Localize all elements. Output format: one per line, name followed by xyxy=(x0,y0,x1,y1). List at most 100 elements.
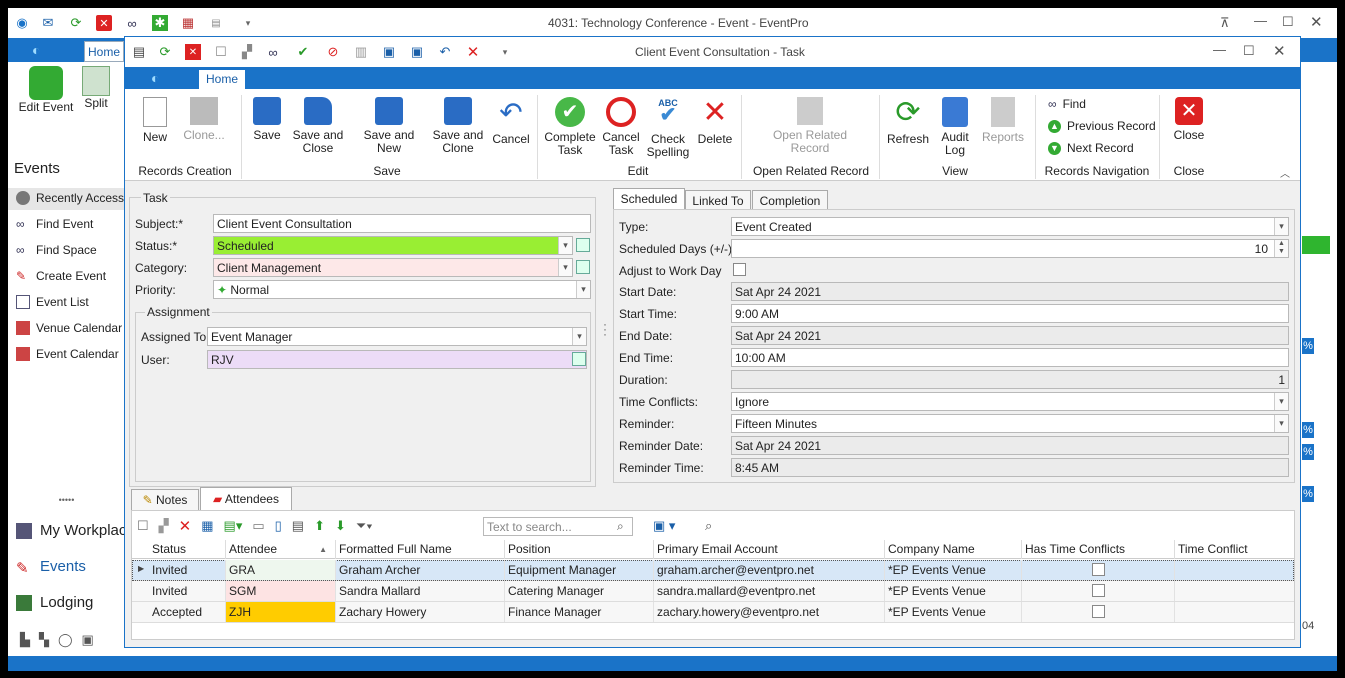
col-full-name[interactable]: Formatted Full Name xyxy=(336,540,505,559)
col-time-conflict[interactable]: Time Conflict xyxy=(1175,540,1293,559)
export-icon[interactable]: ▯ xyxy=(275,518,282,534)
chevron-down-icon[interactable]: ▾ xyxy=(558,237,572,254)
chevron-down-icon[interactable]: ▾ xyxy=(1274,415,1288,432)
open-related-record-button[interactable]: Open Related Record xyxy=(765,97,855,155)
pin-icon[interactable]: ⊼ xyxy=(1220,15,1230,31)
delete-icon[interactable]: ✕ xyxy=(465,44,481,61)
priority-select[interactable]: ✦ Normal ▾ xyxy=(213,280,591,299)
cancel-button[interactable]: ↶ Cancel xyxy=(489,97,533,146)
filter-icon[interactable]: ⏷▾ xyxy=(356,518,373,534)
col-company[interactable]: Company Name xyxy=(885,540,1022,559)
find-button[interactable]: ∞ Find xyxy=(1048,97,1086,111)
nav-my-workplace[interactable]: My Workplace xyxy=(16,522,135,539)
save-icon[interactable]: ▣ xyxy=(381,44,397,60)
close-button[interactable]: ✕ Close xyxy=(1171,97,1207,142)
customize-dropdown-icon[interactable]: ▾ xyxy=(497,44,513,60)
cell-position[interactable]: Finance Manager xyxy=(505,602,654,622)
chevron-down-icon[interactable]: ▾ xyxy=(1274,393,1288,410)
table-row[interactable]: Invited GRA Graham Archer Equipment Manager… xyxy=(132,560,1294,581)
save-and-new-button[interactable]: Save and New xyxy=(351,97,427,155)
cell-name[interactable]: Graham Archer xyxy=(336,560,505,580)
cell-name[interactable]: Zachary Howery xyxy=(336,602,505,622)
delete-button[interactable]: ✕ Delete xyxy=(695,97,735,146)
find-doc-icon[interactable]: ⌕ xyxy=(705,518,712,534)
dialog-maximize-button[interactable]: ☐ xyxy=(1243,43,1255,59)
undo-icon[interactable]: ↶ xyxy=(437,44,453,60)
user-field[interactable]: RJV xyxy=(207,350,587,369)
save-and-clone-button[interactable]: Save and Clone xyxy=(431,97,485,155)
status-picker-icon[interactable] xyxy=(576,238,590,252)
cell-status[interactable]: Accepted xyxy=(149,602,226,622)
maximize-button[interactable]: ☐ xyxy=(1282,14,1294,30)
sidebar-item-create-event[interactable]: ✎ Create Event xyxy=(16,269,106,283)
reminder-time-field[interactable]: 8:45 AM xyxy=(731,458,1289,477)
category-picker-icon[interactable] xyxy=(576,260,590,274)
calendar-2-icon[interactable]: ▤ xyxy=(208,15,224,31)
save-and-close-button[interactable]: Save and Close xyxy=(291,97,345,155)
duration-field[interactable]: 1 xyxy=(731,370,1289,389)
chevron-down-icon[interactable]: ▾ xyxy=(558,259,572,276)
table-icon[interactable]: ▤ xyxy=(292,518,304,534)
cancel-task-button[interactable]: Cancel Task xyxy=(599,97,643,157)
table-row[interactable]: Accepted ZJH Zachary Howery Finance Manager… xyxy=(132,602,1294,623)
delete-icon[interactable]: ✕ xyxy=(179,517,192,535)
col-email[interactable]: Primary Email Account xyxy=(654,540,885,559)
refresh-icon[interactable]: ⟳ xyxy=(157,44,173,60)
audit-log-button[interactable]: Audit Log xyxy=(935,97,975,157)
dialog-tab-home[interactable]: Home xyxy=(199,70,245,89)
time-conflicts-select[interactable]: Ignore ▾ xyxy=(731,392,1289,411)
reminder-date-field[interactable]: Sat Apr 24 2021 xyxy=(731,436,1289,455)
cell-time-conflict[interactable] xyxy=(1175,581,1293,601)
user-picker-icon[interactable] xyxy=(572,352,586,366)
dialog-close-button[interactable]: ✕ xyxy=(1273,42,1286,60)
dialog-minimize-button[interactable]: — xyxy=(1213,42,1226,57)
refresh-button[interactable]: ⟳ Refresh xyxy=(885,97,931,146)
clipboard-2-icon[interactable]: ▥ xyxy=(353,44,369,60)
calendar-icon[interactable]: ▦ xyxy=(180,15,196,31)
app-menu-button[interactable]: ◐ xyxy=(8,38,76,62)
new-button[interactable]: New xyxy=(135,97,175,144)
clipboard-icon[interactable]: ▤ xyxy=(131,44,147,60)
refresh-icon[interactable]: ⟳ xyxy=(68,15,84,31)
sidebar-item-recently-accessed[interactable]: Recently Accessed xyxy=(16,191,137,205)
has-conflicts-checkbox[interactable] xyxy=(1092,563,1105,576)
adjust-work-day-checkbox[interactable] xyxy=(733,263,746,276)
cell-time-conflict[interactable] xyxy=(1175,602,1293,622)
copy-icon[interactable]: ▭ xyxy=(252,518,264,534)
cell-status[interactable]: Invited xyxy=(149,560,226,580)
sidebar-item-find-space[interactable]: ∞ Find Space xyxy=(16,243,97,257)
sidebar-footer-icons[interactable]: ▙▚◯▣ xyxy=(20,632,103,648)
chevron-down-icon[interactable]: ▾ xyxy=(572,328,586,345)
grid-search-input[interactable]: Text to search... xyxy=(483,517,633,536)
type-select[interactable]: Event Created ▾ xyxy=(731,217,1289,236)
assigned-to-select[interactable]: Event Manager ▾ xyxy=(207,327,587,346)
reports-button[interactable]: Reports xyxy=(979,97,1027,144)
chevron-down-icon[interactable]: ▾ xyxy=(576,281,590,298)
tab-linked-to[interactable]: Linked To xyxy=(685,190,751,210)
tab-notes[interactable]: ✎ Notes xyxy=(131,489,199,511)
close-x-icon[interactable]: ✕ xyxy=(185,44,201,60)
cell-name[interactable]: Sandra Mallard xyxy=(336,581,505,601)
clone-button[interactable]: Clone... xyxy=(181,97,227,142)
grid-icon[interactable]: ▦ xyxy=(201,518,213,534)
next-record-button[interactable]: ▼ Next Record xyxy=(1048,141,1134,155)
cell-attendee[interactable]: GRA xyxy=(226,560,336,580)
has-conflicts-checkbox[interactable] xyxy=(1092,605,1105,618)
binoculars-icon[interactable]: ∞ xyxy=(124,15,140,31)
minimize-button[interactable]: — xyxy=(1254,13,1267,28)
sidebar-item-find-event[interactable]: ∞ Find Event xyxy=(16,217,93,231)
clone-icon[interactable]: ▞ xyxy=(239,44,255,60)
table-row[interactable]: Invited SGM Sandra Mallard Catering Manager… xyxy=(132,581,1294,602)
has-conflicts-checkbox[interactable] xyxy=(1092,584,1105,597)
cell-attendee[interactable]: SGM xyxy=(226,581,336,601)
category-select[interactable]: Client Management ▾ xyxy=(213,258,573,277)
previous-record-button[interactable]: ▲ Previous Record xyxy=(1048,119,1156,133)
sidebar-item-event-calendar[interactable]: Event Calendar xyxy=(16,347,119,361)
spinner-icon[interactable]: ▲ ▼ xyxy=(1274,240,1288,257)
close-x-icon[interactable]: ✕ xyxy=(96,15,112,31)
start-date-field[interactable]: Sat Apr 24 2021 xyxy=(731,282,1289,301)
nav-lodging[interactable]: Lodging xyxy=(16,594,93,611)
col-position[interactable]: Position xyxy=(505,540,654,559)
arrow-down-icon[interactable]: ⬇ xyxy=(335,518,346,534)
new-doc-icon[interactable]: ☐ xyxy=(137,518,149,534)
